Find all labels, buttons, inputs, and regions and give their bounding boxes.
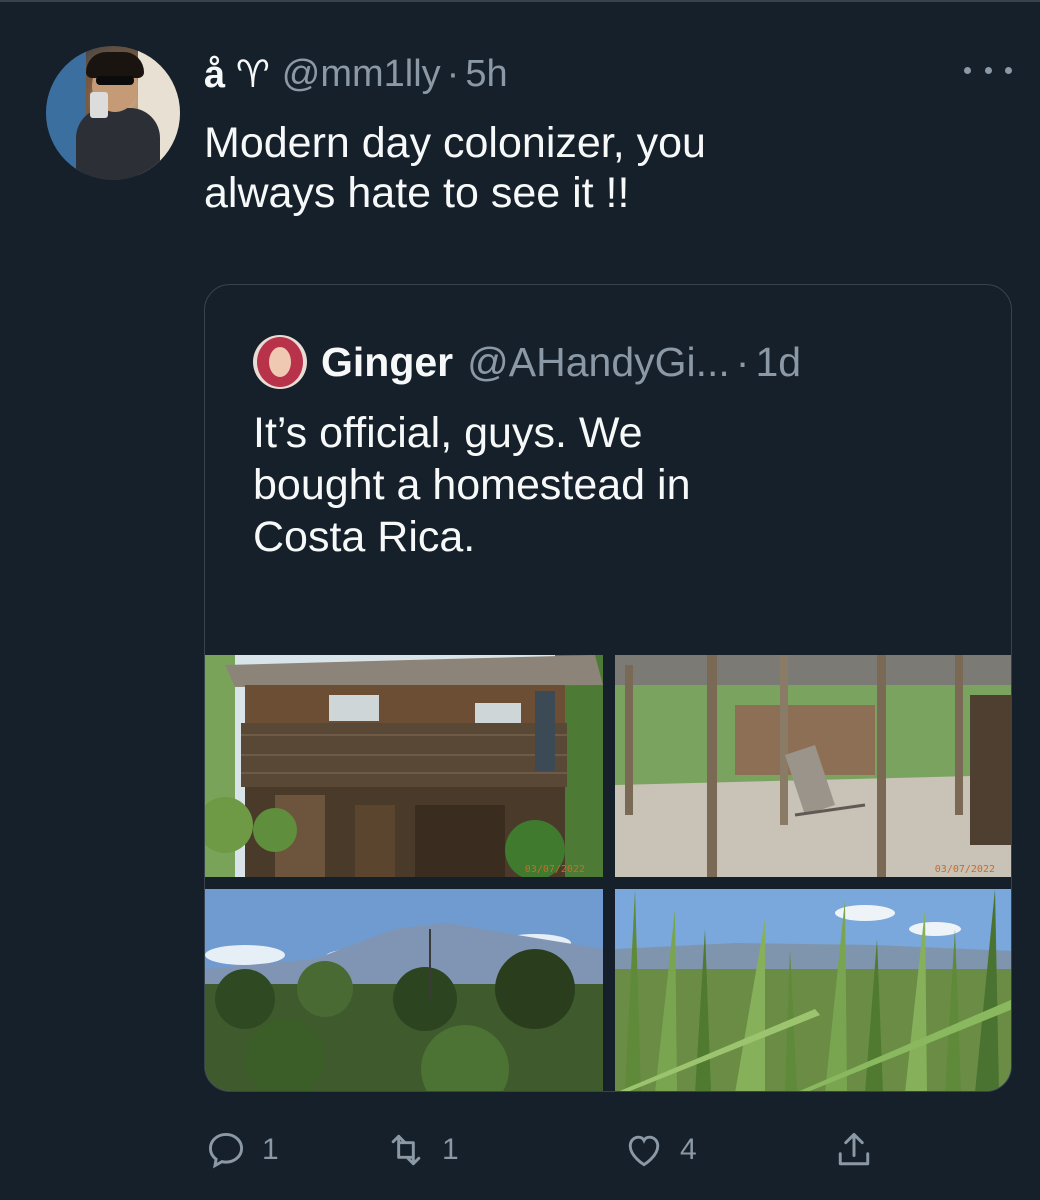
quoted-text-line: Costa Rica.: [253, 513, 476, 561]
media-image-forest[interactable]: [205, 889, 603, 1091]
reply-button[interactable]: 1: [204, 1126, 279, 1174]
media-image-grass[interactable]: [615, 889, 1011, 1091]
image-date-stamp: 03/07/2022: [934, 864, 995, 875]
quoted-author-avatar[interactable]: [253, 335, 307, 389]
media-image-house[interactable]: 03/07/2022: [205, 655, 603, 877]
quoted-author-name: Ginger: [321, 338, 454, 385]
like-count: 4: [680, 1133, 697, 1166]
quoted-tweet[interactable]: Ginger @AHandyGi... · 1d It’s official, …: [204, 284, 1012, 1092]
retweet-count: 1: [442, 1133, 459, 1166]
heart-icon: [628, 1135, 660, 1167]
author-handle[interactable]: @mm1lly: [282, 53, 441, 96]
tweet-header: å ♈ @mm1lly · 5h: [204, 52, 508, 96]
quoted-tweet-timestamp: 1d: [755, 338, 802, 385]
author-avatar[interactable]: [46, 46, 180, 180]
quoted-text-line: It’s official, guys. We: [253, 409, 643, 457]
separator-dot: ·: [735, 338, 750, 385]
more-options-icon[interactable]: [964, 58, 1012, 82]
share-button[interactable]: [832, 1126, 876, 1174]
author-name[interactable]: å ♈: [204, 52, 270, 97]
tweet-text: Modern day colonizer, you always hate to…: [204, 118, 984, 218]
tweet-actions: 1 1 4: [204, 1126, 894, 1174]
separator-dot: ·: [446, 52, 460, 95]
tweet-text-line: always hate to see it !!: [204, 169, 630, 217]
share-icon: [838, 1132, 870, 1166]
quoted-author-handle: @AHandyGi...: [467, 338, 730, 385]
quoted-tweet-header: Ginger @AHandyGi... · 1d: [253, 335, 802, 389]
image-date-stamp: 03/07/2022: [524, 864, 585, 875]
tweet-text-line: Modern day colonizer, you: [204, 119, 706, 167]
media-grid: 03/07/2022 03/07/2022: [205, 655, 1011, 1091]
media-image-porch[interactable]: 03/07/2022: [615, 655, 1011, 877]
quoted-tweet-text: It’s official, guys. We bought a homeste…: [253, 407, 953, 563]
quoted-text-line: bought a homestead in: [253, 461, 691, 509]
reply-count: 1: [262, 1133, 279, 1166]
reply-icon: [208, 1132, 244, 1169]
retweet-icon: [391, 1134, 421, 1166]
like-button[interactable]: 4: [622, 1126, 697, 1174]
tweet-timestamp[interactable]: 5h: [465, 53, 507, 96]
tweet[interactable]: å ♈ @mm1lly · 5h Modern day colonizer, y…: [0, 0, 1040, 1200]
retweet-button[interactable]: 1: [384, 1126, 459, 1174]
